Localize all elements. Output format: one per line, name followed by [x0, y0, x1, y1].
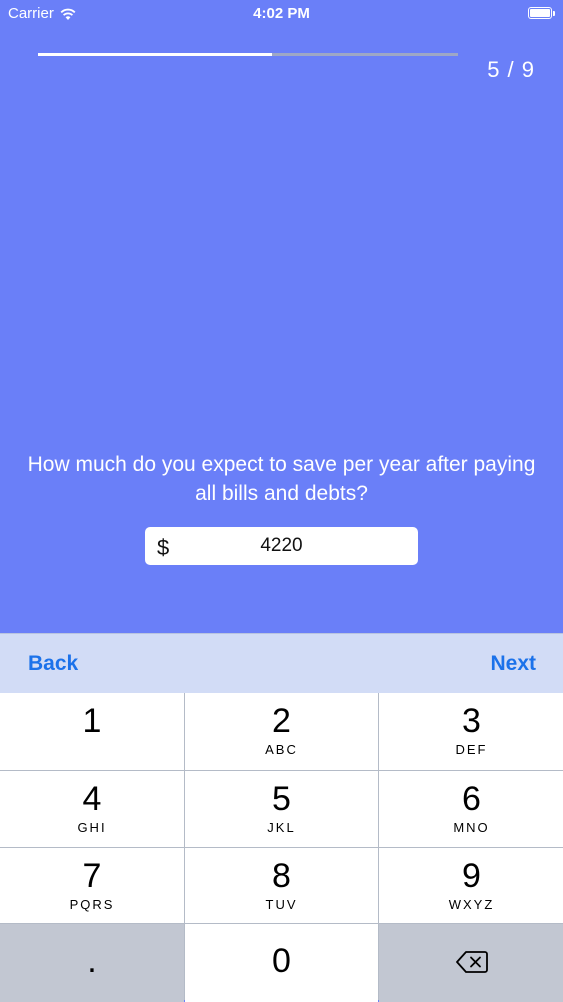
key-2[interactable]: 2 ABC — [185, 693, 378, 770]
key-1[interactable]: 1 — [0, 693, 184, 770]
back-button[interactable]: Back — [28, 652, 78, 676]
backspace-icon — [455, 951, 488, 973]
progress-bar — [38, 53, 458, 56]
key-0[interactable]: 0 — [185, 924, 378, 1002]
key-4[interactable]: 4 GHI — [0, 771, 184, 847]
status-bar: Carrier 4:02 PM — [0, 0, 563, 28]
key-7[interactable]: 7 PQRS — [0, 848, 184, 923]
status-time: 4:02 PM — [253, 5, 310, 22]
question-text: How much do you expect to save per year … — [27, 453, 536, 505]
key-decimal[interactable]: . — [0, 924, 184, 1002]
battery-icon — [528, 7, 555, 19]
key-8[interactable]: 8 TUV — [185, 848, 378, 923]
currency-symbol: $ — [157, 535, 170, 560]
amount-input[interactable] — [181, 527, 382, 565]
progress-bar-fill — [38, 53, 272, 56]
next-button[interactable]: Next — [490, 652, 536, 676]
key-9[interactable]: 9 WXYZ — [379, 848, 563, 923]
numeric-keypad: 1 2 ABC 3 DEF 4 GHI 5 JKL 6 MNO 7 PQRS 8 TUV 9W… — [0, 693, 563, 1002]
keyboard-accessory-bar: Back Next — [0, 633, 563, 693]
key-5[interactable]: 5 JKL — [185, 771, 378, 847]
key-backspace[interactable] — [379, 924, 563, 1002]
step-counter: 5 / 9 — [487, 57, 535, 82]
key-3[interactable]: 3 DEF — [379, 693, 563, 770]
amount-field[interactable]: $ — [145, 527, 418, 565]
key-6[interactable]: 6 MNO — [379, 771, 563, 847]
